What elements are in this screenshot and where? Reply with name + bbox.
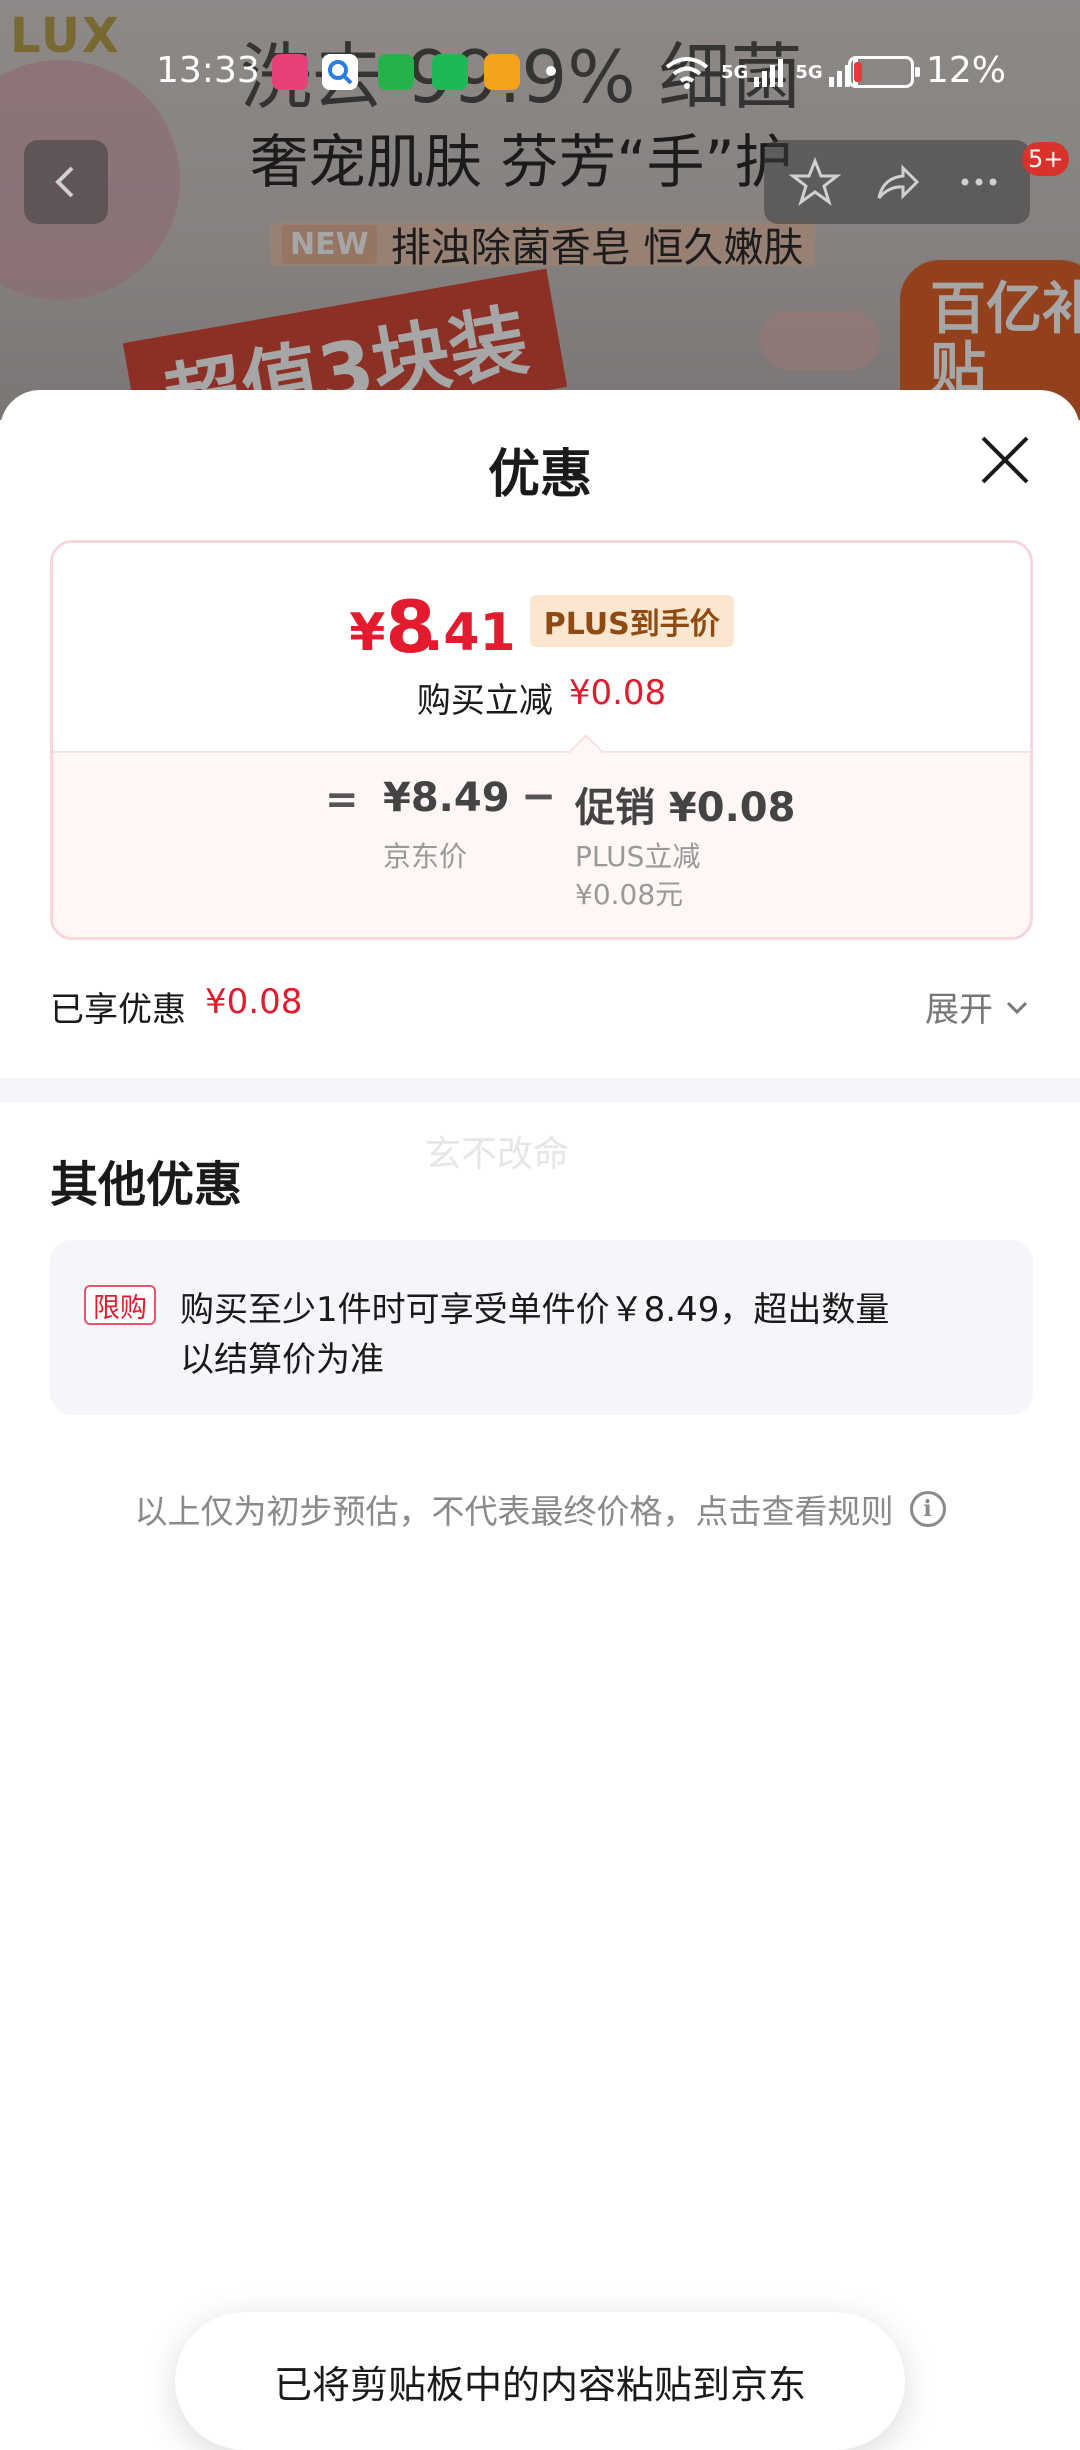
promotion-amount: 促销 ¥0.08 [575, 785, 796, 831]
video-app-icon [484, 54, 520, 90]
final-price-section: ¥ 8 .41 PLUS到手价 购买立减 ¥0.08 [53, 543, 1030, 751]
close-icon [981, 436, 1029, 484]
clipboard-toast: 已将剪贴板中的内容粘贴到京东 [175, 2312, 905, 2450]
section-divider [0, 1078, 1080, 1102]
message-badge: 5+ [1022, 142, 1070, 176]
app-notification-icon [272, 54, 308, 90]
discount-sheet: 优惠 ¥ 8 .41 PLUS到手价 购买立减 ¥0.08 = ¥8.49 京东… [0, 390, 1080, 2450]
status-bar: 13:33 5G 5G 12% [0, 40, 1080, 104]
close-button[interactable] [975, 430, 1035, 490]
info-icon: i [909, 1491, 946, 1527]
battery-app-icon [378, 54, 414, 90]
chevron-down-icon [1006, 1001, 1028, 1014]
more-icon[interactable] [953, 156, 1005, 208]
watermark-text: 玄不改命 [425, 1134, 570, 1175]
final-price-currency: ¥ [349, 603, 386, 663]
instant-reduce-line: 购买立减 ¥0.08 [53, 673, 1030, 722]
price-formula-section: = ¥8.49 京东价 − 促销 ¥0.08 PLUS立减 ¥0.08元 [53, 751, 1030, 937]
network-type-1: 5G [721, 61, 749, 83]
expand-label: 展开 [925, 990, 993, 1030]
wifi-icon [665, 57, 709, 89]
header-actions [764, 140, 1030, 224]
other-offers-title: 其他优惠 [50, 1157, 243, 1213]
rules-link[interactable]: 以上仅为初步预估，不代表最终价格，点击查看规则 i [0, 1485, 1080, 1533]
back-button[interactable] [24, 140, 108, 224]
price-breakdown-card: ¥ 8 .41 PLUS到手价 购买立减 ¥0.08 = ¥8.49 京东价 −… [50, 540, 1033, 940]
final-price-line: ¥ 8 .41 PLUS到手价 [53, 591, 1030, 663]
search-app-icon [322, 54, 358, 90]
sheet-title: 优惠 [487, 445, 592, 505]
promotion-type-amount: ¥0.08元 [575, 878, 684, 911]
final-price-decimal: .41 [423, 603, 516, 663]
enjoyed-discount-value: ¥0.08 [205, 982, 303, 1022]
more-notifications-dot [546, 66, 556, 76]
promotion-type: PLUS立减 [575, 840, 701, 873]
offer-text-line-2: 以结算价为准 [180, 1340, 384, 1380]
battery-percent: 12% [926, 50, 1007, 91]
jd-price: ¥8.49 [383, 775, 510, 821]
offer-text-line-1: 购买至少1件时可享受单件价￥8.49，超出数量 [180, 1290, 890, 1330]
enjoyed-discount-label: 已享优惠 [50, 990, 186, 1030]
status-time: 13:33 [156, 50, 260, 91]
jd-price-label: 京东价 [383, 840, 468, 873]
plus-price-badge: PLUS到手价 [529, 595, 734, 647]
disclaimer-text: 以上仅为初步预估，不代表最终价格，点击查看规则 [134, 1492, 894, 1531]
battery-icon [848, 56, 920, 88]
equals-sign: = [325, 777, 359, 823]
star-icon[interactable] [789, 156, 841, 208]
limit-purchase-tag: 限购 [84, 1285, 156, 1325]
chat-app-icon [432, 54, 468, 90]
instant-reduce-value: ¥0.08 [568, 673, 667, 713]
network-type-2: 5G [795, 61, 823, 83]
chevron-left-icon [55, 166, 74, 198]
offer-card: 限购 购买至少1件时可享受单件价￥8.49，超出数量 以结算价为准 [50, 1240, 1033, 1415]
final-price: ¥ 8 .41 [349, 591, 515, 663]
signal-area: 5G 5G [665, 50, 858, 94]
minus-sign: − [521, 771, 557, 820]
signal-bars-1-icon [754, 57, 784, 87]
instant-reduce-label: 购买立减 [416, 681, 553, 721]
expand-button[interactable]: 展开 [925, 982, 1031, 1031]
share-icon[interactable] [871, 156, 923, 208]
